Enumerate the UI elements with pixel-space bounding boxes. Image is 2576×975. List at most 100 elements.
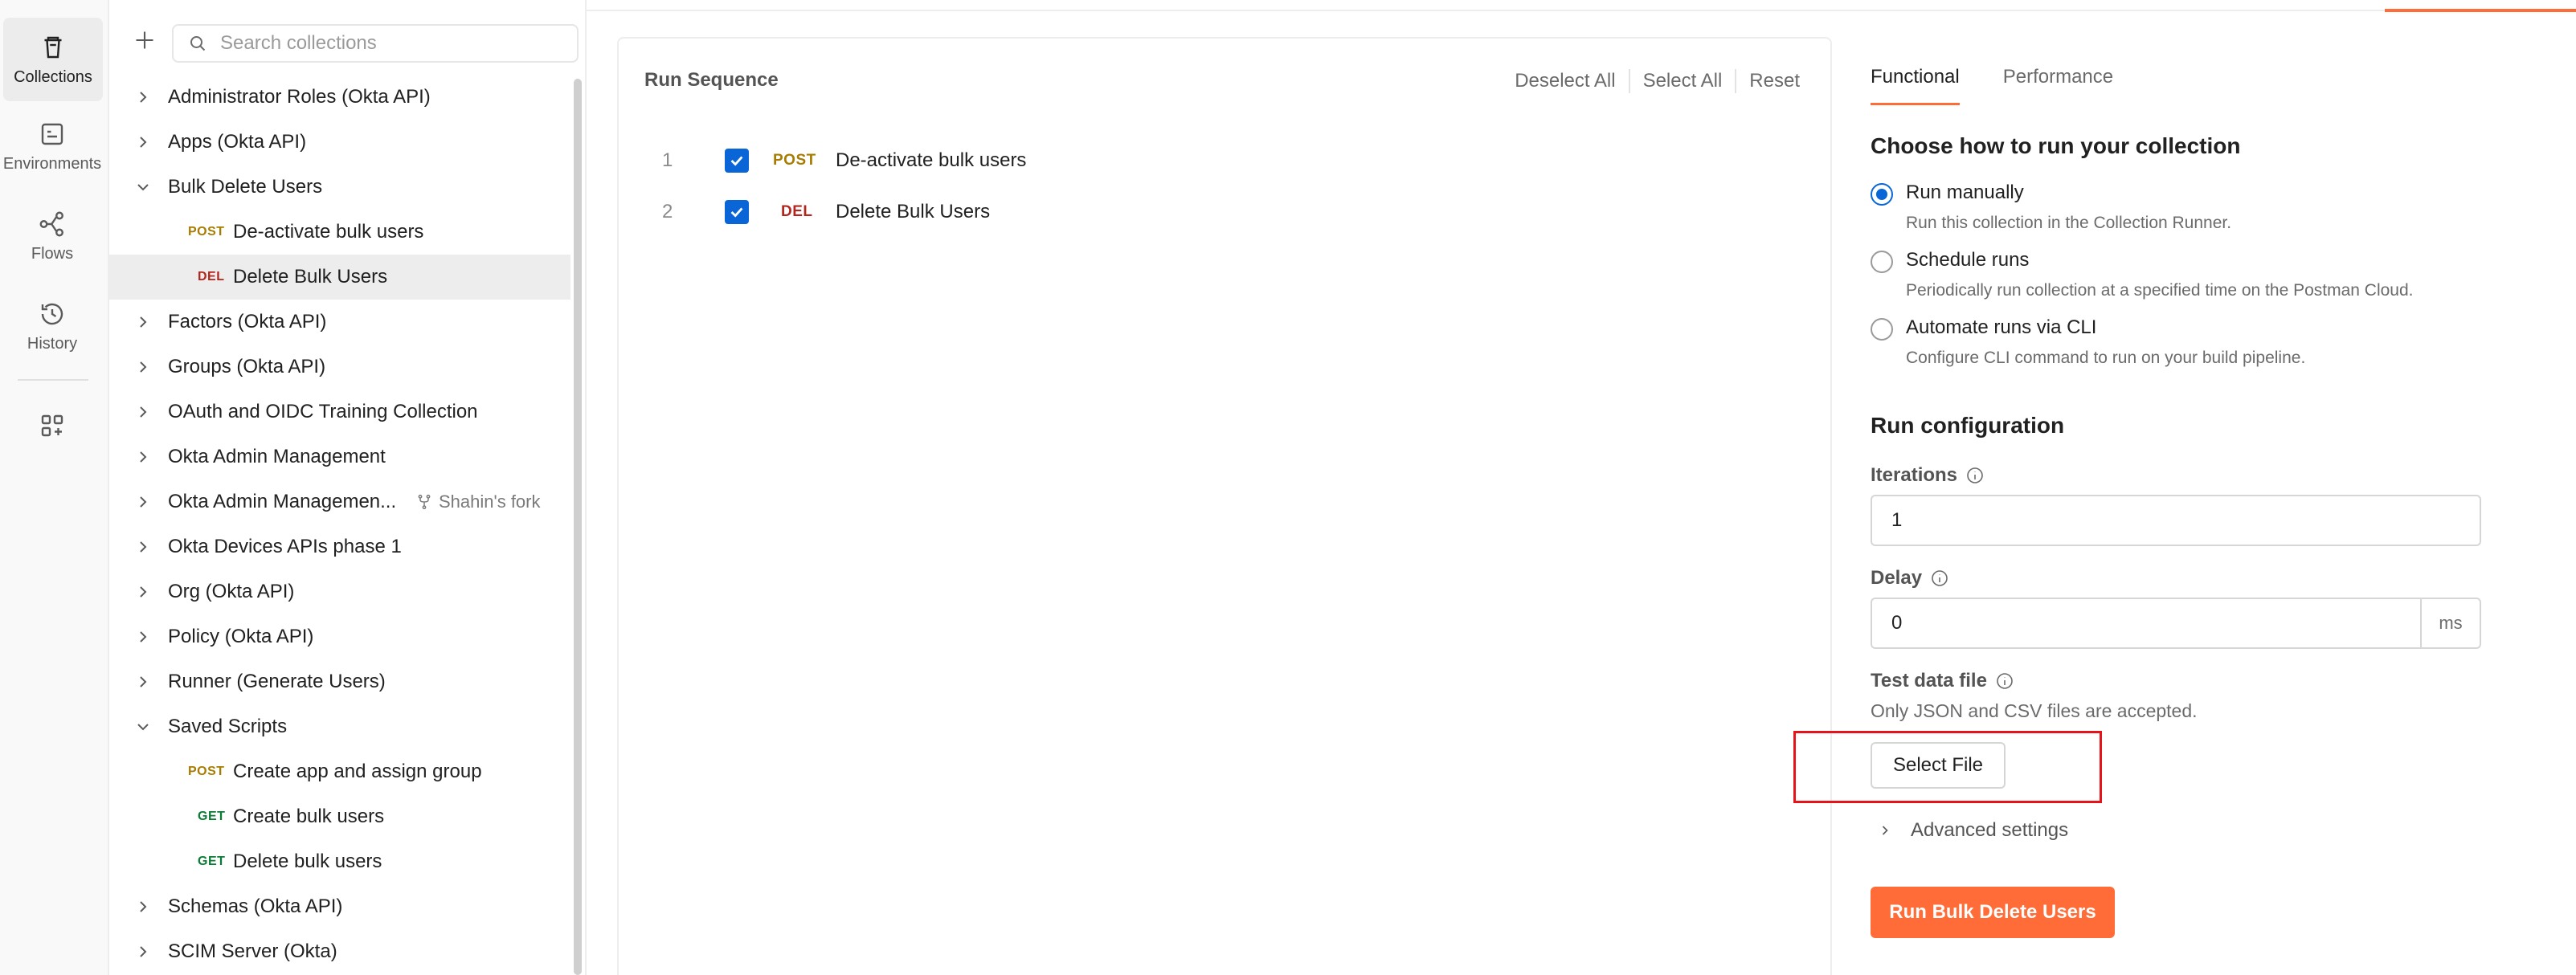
search-box [172,24,579,63]
chevron-right-icon[interactable] [133,897,153,916]
info-icon[interactable] [1965,466,1985,485]
divider [1628,69,1630,93]
chevron-down-icon[interactable] [133,717,153,736]
rail-item-collections[interactable]: Collections [3,18,103,101]
chevron-right-icon[interactable] [133,312,153,332]
sequence-checkbox[interactable] [725,200,749,224]
advanced-settings-label: Advanced settings [1911,819,2069,841]
sequence-request-name: Delete Bulk Users [836,201,991,222]
sequence-checkbox[interactable] [725,149,749,173]
sequence-item: 2 DEL Delete Bulk Users [619,196,1744,228]
method-badge: POST [188,225,225,239]
runner-tabs: Functional Performance [1871,66,2113,105]
run-collection-button[interactable]: Run Bulk Delete Users [1871,887,2115,938]
tree-folder[interactable]: Groups (Okta API) [109,345,570,390]
delay-unit: ms [2420,599,2480,647]
run-option-schedule[interactable]: Schedule runs Periodically run collectio… [1871,249,2562,305]
checkmark-icon [730,156,743,166]
history-icon [41,303,63,324]
tree-request[interactable]: GET Create bulk users [109,794,570,839]
chevron-right-icon[interactable] [133,357,153,377]
rail-item-flows[interactable]: Flows [0,194,104,278]
radio-button[interactable] [1871,183,1893,206]
tree-folder-label: OAuth and OIDC Training Collection [168,401,478,422]
tree-folder-label: Policy (Okta API) [168,626,314,647]
chevron-right-icon[interactable] [133,133,153,152]
run-option-label: Run manually [1906,182,2024,203]
tree-folder-label: Okta Admin Management [168,446,386,467]
rail-item-add-workspace[interactable] [0,384,104,467]
delay-input[interactable] [1872,612,2480,634]
info-icon[interactable] [1930,569,1949,588]
tree-folder[interactable]: Apps (Okta API) [109,120,570,165]
search-icon [190,36,206,51]
chevron-right-icon[interactable] [133,942,153,961]
radio-button[interactable] [1871,251,1893,273]
tree-folder-label: SCIM Server (Okta) [168,940,337,962]
reset-button[interactable]: Reset [1749,70,1800,92]
chevron-right-icon[interactable] [133,582,153,602]
method-badge: GET [198,810,226,823]
tree-folder[interactable]: Bulk Delete Users [109,165,570,210]
tree-request[interactable]: POST Create app and assign group [109,749,570,794]
chevron-right-icon[interactable] [133,537,153,557]
run-sequence-panel: Run Sequence Deselect All Select All Res… [617,37,1832,975]
chevron-right-icon[interactable] [133,492,153,512]
sequence-index: 2 [662,201,673,222]
tree-request-label: Delete bulk users [233,851,382,872]
run-option-manual[interactable]: Run manually Run this collection in the … [1871,182,2562,238]
tree-folder[interactable]: SCIM Server (Okta) [109,929,570,974]
run-option-label: Automate runs via CLI [1906,316,2097,338]
chevron-right-icon[interactable] [133,402,153,422]
fork-label: Shahin's fork [439,492,541,512]
tab-performance[interactable]: Performance [2003,66,2113,105]
add-workspace-icon [41,414,63,437]
info-icon[interactable] [1995,671,2014,691]
tree-folder[interactable]: Administrator Roles (Okta API) [109,75,570,120]
tree-folder[interactable]: Org (Okta API) [109,569,570,614]
tree-folder[interactable]: Saved Scripts [109,704,570,749]
tree-folder[interactable]: OAuth and OIDC Training Collection [109,390,570,434]
tree-folder[interactable]: Okta Admin Management [109,434,570,479]
tree-folder[interactable]: Okta Devices APIs phase 1 [109,524,570,569]
run-option-cli[interactable]: Automate runs via CLI Configure CLI comm… [1871,316,2562,373]
new-collection-button[interactable] [129,24,161,56]
environment-icon [41,123,63,145]
chevron-right-icon[interactable] [133,447,153,467]
sidebar-scrollbar[interactable] [574,79,582,975]
fork-icon [418,494,431,510]
tree-request[interactable]: DEL Delete Bulk Users [109,255,570,300]
test-data-label: Test data file [1871,670,2014,692]
flows-icon [39,211,63,236]
tree-folder[interactable]: Policy (Okta API) [109,614,570,659]
deselect-all-button[interactable]: Deselect All [1515,70,1615,92]
rail-item-environments[interactable]: Environments [0,104,104,188]
test-data-hint: Only JSON and CSV files are accepted. [1871,700,2198,721]
tree-request[interactable]: GET Delete bulk users [109,839,570,884]
search-input[interactable] [220,32,558,55]
run-option-description: Configure CLI command to run on your bui… [1906,349,2306,367]
tree-folder[interactable]: Schemas (Okta API) [109,884,570,929]
tree-folder[interactable]: Factors (Okta API) [109,300,570,345]
chevron-right-icon[interactable] [133,627,153,647]
iterations-field [1871,495,2481,546]
chevron-down-icon[interactable] [133,177,153,197]
chevron-right-icon[interactable] [133,672,153,691]
tree-request[interactable]: POST De-activate bulk users [109,210,570,255]
tree-request-label: De-activate bulk users [233,221,424,243]
tree-request-label: Create app and assign group [233,761,482,782]
collection-tree: Administrator Roles (Okta API) Apps (Okt… [109,75,570,974]
run-sequence-title: Run Sequence [644,69,779,91]
advanced-settings-toggle[interactable]: Advanced settings [1871,819,2068,842]
iterations-input[interactable] [1872,509,2480,532]
rail-item-history[interactable]: History [0,284,104,368]
select-all-button[interactable]: Select All [1643,70,1723,92]
tree-folder[interactable]: Runner (Generate Users) [109,659,570,704]
tree-folder-label: Org (Okta API) [168,581,295,602]
radio-button[interactable] [1871,318,1893,341]
tab-functional[interactable]: Functional [1871,66,1960,105]
rail-item-label: Environments [2,154,102,173]
chevron-right-icon[interactable] [133,88,153,107]
tree-folder[interactable]: Okta Admin Managemen... Shahin's fork [109,479,570,524]
trash-can-collection-icon [44,36,62,58]
